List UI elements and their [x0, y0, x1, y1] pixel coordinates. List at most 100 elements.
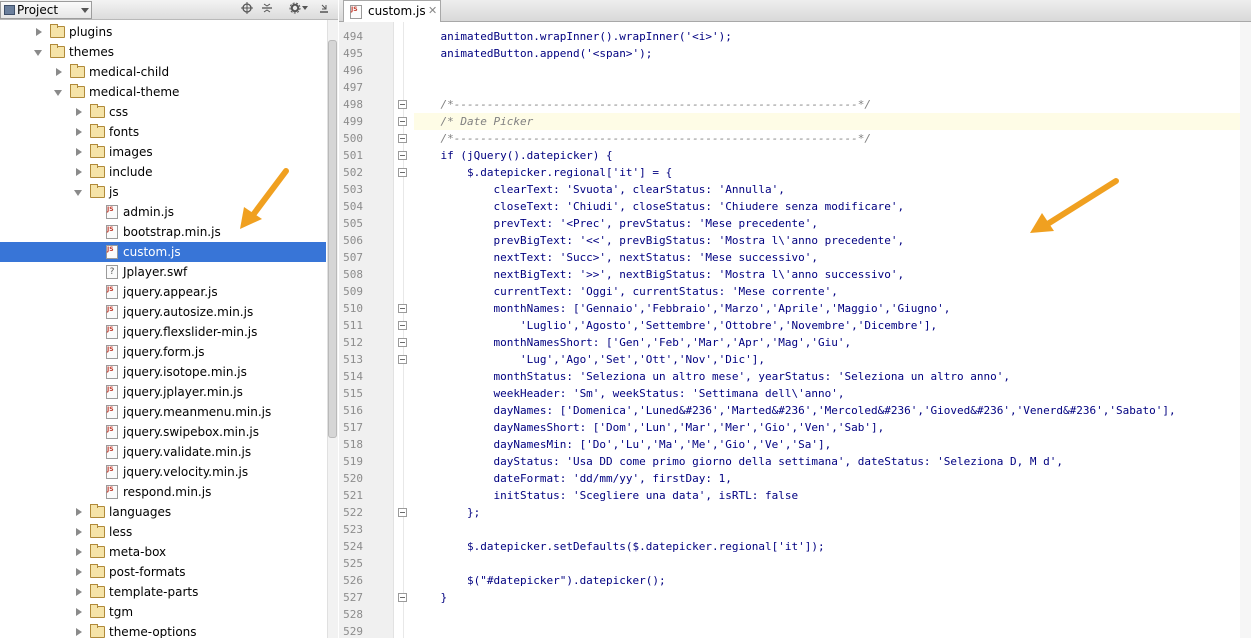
tree-file-row[interactable]: jquery.flexslider-min.js: [0, 322, 326, 342]
line-number: 515: [343, 387, 363, 400]
tree-folder-row[interactable]: medical-theme: [0, 82, 326, 102]
tree-folder-row[interactable]: fonts: [0, 122, 326, 142]
code-line: monthStatus: 'Seleziona un altro mese', …: [414, 370, 1011, 383]
folder-icon: [90, 524, 105, 538]
tree-folder-row[interactable]: themes: [0, 42, 326, 62]
code-line: dayNames: ['Domenica','Luned&#236','Mart…: [414, 404, 1176, 417]
tree-file-row[interactable]: jquery.isotope.min.js: [0, 362, 326, 382]
tree-folder-row[interactable]: theme-options: [0, 622, 326, 638]
js-file-icon: [106, 205, 118, 219]
fold-toggle-icon[interactable]: [398, 304, 407, 313]
js-file-icon: [106, 425, 118, 439]
tree-file-row[interactable]: jquery.autosize.min.js: [0, 302, 326, 322]
tree-file-row[interactable]: jquery.appear.js: [0, 282, 326, 302]
tree-folder-row[interactable]: css: [0, 102, 326, 122]
chevron-right-icon[interactable]: [76, 608, 82, 616]
tree-item-label: template-parts: [109, 585, 199, 599]
tree-file-row[interactable]: jquery.swipebox.min.js: [0, 422, 326, 442]
fold-toggle-icon[interactable]: [398, 321, 407, 330]
fold-toggle-icon[interactable]: [398, 508, 407, 517]
js-file-icon: [106, 345, 118, 359]
chevron-right-icon[interactable]: [76, 108, 82, 116]
project-view-dropdown[interactable]: Project: [0, 1, 92, 19]
js-file-icon: [106, 365, 118, 379]
tree-folder-row[interactable]: languages: [0, 502, 326, 522]
locate-icon[interactable]: [240, 2, 254, 18]
fold-toggle-icon[interactable]: [398, 338, 407, 347]
fold-toggle-icon[interactable]: [398, 117, 407, 126]
chevron-right-icon[interactable]: [56, 68, 62, 76]
chevron-down-icon[interactable]: [34, 50, 42, 56]
tree-folder-row[interactable]: template-parts: [0, 582, 326, 602]
line-number: 521: [343, 489, 363, 502]
code-line: clearText: 'Svuota', clearStatus: 'Annul…: [414, 183, 785, 196]
chevron-right-icon[interactable]: [76, 548, 82, 556]
chevron-right-icon[interactable]: [76, 588, 82, 596]
collapse-all-icon[interactable]: [260, 2, 274, 18]
tree-file-row[interactable]: jquery.form.js: [0, 342, 326, 362]
fold-toggle-icon[interactable]: [398, 100, 407, 109]
chevron-right-icon[interactable]: [76, 128, 82, 136]
code-line: /*--------------------------------------…: [414, 98, 871, 111]
editor-scrollbar[interactable]: [1240, 22, 1251, 638]
tree-folder-row[interactable]: plugins: [0, 22, 326, 42]
tree-item-label: jquery.jplayer.min.js: [123, 385, 243, 399]
code-line: };: [414, 506, 481, 519]
code-line: /*--------------------------------------…: [414, 132, 871, 145]
code-editor[interactable]: animatedButton.wrapInner().wrapInner('<i…: [414, 22, 1251, 638]
tree-folder-row[interactable]: post-formats: [0, 562, 326, 582]
close-icon[interactable]: ✕: [428, 4, 437, 17]
code-line: prevText: '<Prec', prevStatus: 'Mese pre…: [414, 217, 818, 230]
chevron-right-icon[interactable]: [76, 528, 82, 536]
js-file-icon: [350, 5, 362, 19]
chevron-right-icon[interactable]: [76, 628, 82, 636]
chevron-right-icon[interactable]: [76, 148, 82, 156]
chevron-right-icon[interactable]: [36, 28, 42, 36]
line-number: 494: [343, 30, 363, 43]
chevron-right-icon[interactable]: [76, 168, 82, 176]
chevron-down-icon[interactable]: [74, 190, 82, 196]
line-number: 498: [343, 98, 363, 111]
folder-icon: [90, 584, 105, 598]
fold-toggle-icon[interactable]: [398, 168, 407, 177]
tree-folder-row[interactable]: medical-child: [0, 62, 326, 82]
chevron-right-icon[interactable]: [76, 568, 82, 576]
tree-file-row[interactable]: ? Jplayer.swf: [0, 262, 326, 282]
tree-file-row[interactable]: custom.js: [0, 242, 326, 262]
project-panel-header: Project: [0, 0, 338, 20]
tree-item-label: fonts: [109, 125, 140, 139]
chevron-right-icon[interactable]: [76, 508, 82, 516]
tree-folder-row[interactable]: meta-box: [0, 542, 326, 562]
tree-file-row[interactable]: jquery.velocity.min.js: [0, 462, 326, 482]
fold-toggle-icon[interactable]: [398, 134, 407, 143]
hide-panel-icon[interactable]: [316, 2, 332, 18]
line-number: 505: [343, 217, 363, 230]
fold-toggle-icon[interactable]: [398, 355, 407, 364]
js-file-icon: [106, 405, 118, 419]
tree-item-label: plugins: [69, 25, 113, 39]
tree-item-label: jquery.appear.js: [123, 285, 218, 299]
tree-file-row[interactable]: jquery.validate.min.js: [0, 442, 326, 462]
fold-toggle-icon[interactable]: [398, 151, 407, 160]
tree-file-row[interactable]: jquery.jplayer.min.js: [0, 382, 326, 402]
tree-folder-row[interactable]: images: [0, 142, 326, 162]
tree-item-label: languages: [109, 505, 172, 519]
chevron-down-icon[interactable]: [54, 90, 62, 96]
tree-file-row[interactable]: respond.min.js: [0, 482, 326, 502]
tab-custom-js[interactable]: custom.js ✕: [343, 0, 441, 22]
arrow-annotation-left: [240, 168, 289, 229]
tree-file-row[interactable]: jquery.meanmenu.min.js: [0, 402, 326, 422]
project-tree-scroll-thumb[interactable]: [328, 40, 337, 438]
line-number: 513: [343, 353, 363, 366]
line-number: 500: [343, 132, 363, 145]
arrow-annotation-right: [1030, 178, 1119, 233]
line-number: 520: [343, 472, 363, 485]
js-file-icon: [106, 445, 118, 459]
settings-icon[interactable]: [288, 2, 310, 18]
tree-item-label: medical-theme: [89, 85, 180, 99]
js-file-icon: [106, 325, 118, 339]
tree-folder-row[interactable]: less: [0, 522, 326, 542]
fold-toggle-icon[interactable]: [398, 593, 407, 602]
tree-folder-row[interactable]: tgm: [0, 602, 326, 622]
